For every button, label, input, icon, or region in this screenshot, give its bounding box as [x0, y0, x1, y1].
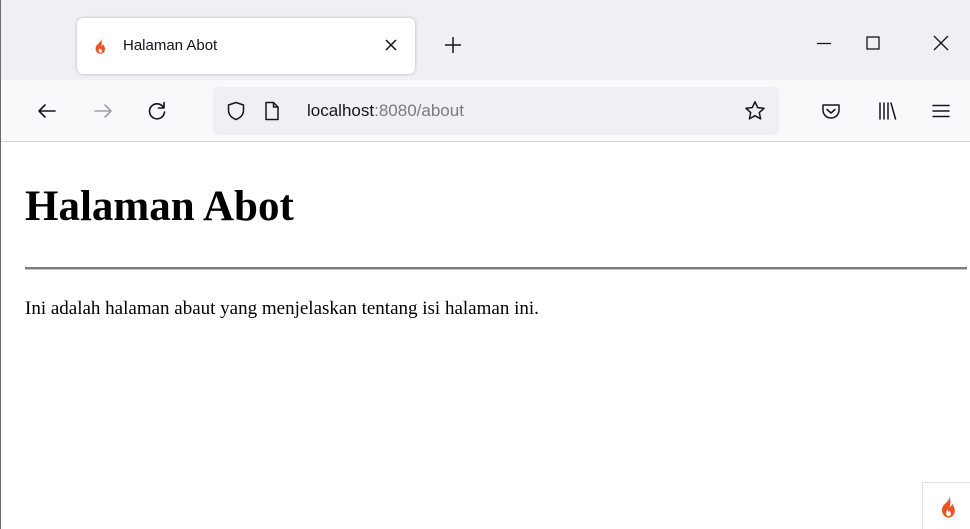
url-host: localhost	[307, 101, 375, 120]
minimize-icon[interactable]	[809, 28, 839, 58]
maximize-icon[interactable]	[858, 28, 888, 58]
url-bar[interactable]: localhost:8080/about	[213, 87, 779, 135]
library-icon[interactable]	[873, 97, 901, 125]
arrow-left-icon[interactable]	[33, 97, 61, 125]
star-icon[interactable]	[743, 99, 767, 123]
codeigniter-flame-icon	[91, 37, 109, 55]
tab-close-icon[interactable]	[381, 35, 401, 55]
tab-title: Halaman Abot	[123, 37, 218, 54]
page-heading: Halaman Abot	[25, 183, 294, 230]
close-window-icon[interactable]	[926, 28, 956, 58]
browser-window: Halaman Abot localhost:8080/about Halama…	[0, 0, 970, 529]
codeigniter-flame-icon	[942, 495, 955, 518]
nav-toolbar: localhost:8080/about	[1, 80, 970, 142]
tab-active[interactable]: Halaman Abot	[77, 18, 415, 74]
debug-toolbar-button[interactable]	[922, 482, 970, 529]
url-text[interactable]: localhost:8080/about	[307, 99, 464, 123]
shield-icon[interactable]	[225, 100, 247, 122]
horizontal-rule	[25, 267, 967, 270]
arrow-right-icon[interactable]	[89, 97, 117, 125]
tab-strip: Halaman Abot	[1, 0, 970, 80]
menu-icon[interactable]	[927, 97, 955, 125]
page-content: Halaman Abot Ini adalah halaman abaut ya…	[1, 142, 970, 529]
page-paragraph: Ini adalah halaman abaut yang menjelaska…	[25, 298, 539, 319]
page-icon[interactable]	[261, 100, 283, 122]
new-tab-plus-icon[interactable]	[439, 31, 467, 59]
pocket-icon[interactable]	[817, 97, 845, 125]
reload-icon[interactable]	[143, 97, 171, 125]
url-path: :8080/about	[374, 101, 464, 120]
